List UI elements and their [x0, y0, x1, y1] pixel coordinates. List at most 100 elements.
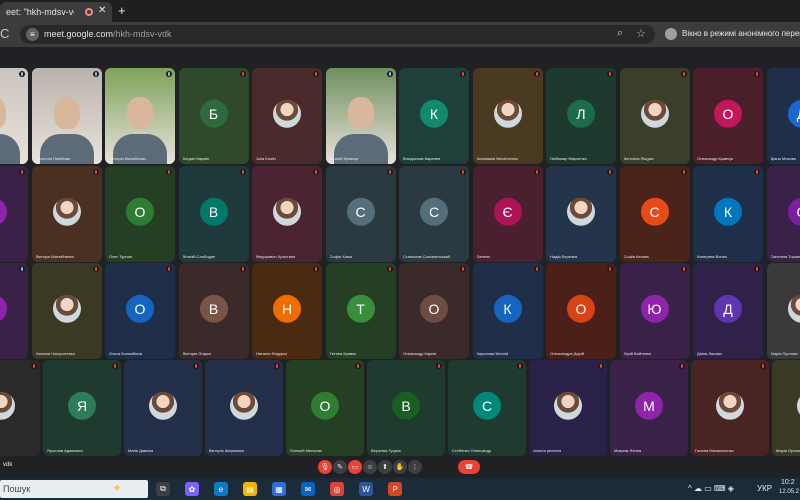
mic-off-icon — [533, 169, 540, 175]
participant-name: Олександр Кравчук — [697, 156, 734, 161]
taskbar-search-box[interactable]: Пошук ✦ — [0, 480, 148, 498]
participant-tile[interactable]: О Олександра Дарій — [546, 263, 616, 359]
leave-button[interactable]: ☎ — [458, 460, 480, 474]
reload-icon[interactable]: C — [0, 26, 9, 41]
explorer-icon[interactable]: ▤ — [243, 482, 257, 496]
incognito-icon — [665, 28, 677, 40]
participant-tile[interactable]: К Катерина Влнич — [693, 166, 763, 262]
participant-tile[interactable]: Д Діана Ляхова — [693, 263, 763, 359]
participant-tile[interactable]: Anastasiia Nevdovenko — [472, 68, 543, 164]
participant-tile[interactable]: Вікторія Матвійченко — [31, 166, 102, 262]
keyboard-language[interactable]: УКР — [757, 484, 772, 493]
url-path: /hkh-mdsv-vdk — [113, 29, 172, 39]
widgets-icon[interactable]: ✿ — [185, 482, 199, 496]
store-icon[interactable]: ▦ — [272, 482, 286, 496]
participant-name: Владислав Каралев — [403, 156, 441, 161]
mic-on-icon — [166, 71, 172, 77]
participant-name: Вероніка Гуцаль — [371, 448, 402, 453]
participant-tile[interactable]: Д Діана Мохова — [766, 68, 800, 164]
participant-tile[interactable] — [0, 360, 40, 456]
zoom-search-icon[interactable]: ⌕ — [617, 27, 623, 40]
bookmark-star-icon[interactable]: ☆ — [636, 27, 646, 40]
participant-name: Станіслав Соломенський — [403, 254, 450, 259]
participant-tile[interactable]: О Олександр Кравчук — [693, 68, 763, 164]
word-icon[interactable]: W — [359, 482, 373, 496]
mic-on-icon — [19, 71, 25, 77]
participant-tile[interactable] — [0, 68, 28, 164]
edge-icon[interactable]: e — [214, 482, 228, 496]
participant-tile[interactable]: С Світлана Торшенко — [766, 166, 800, 262]
address-bar[interactable]: ≡ meet.google.com/hkh-mdsv-vdk ⌕ ☆ — [20, 25, 655, 44]
captions-button[interactable]: ▭ — [348, 460, 362, 474]
chrome-icon[interactable]: ◎ — [330, 482, 344, 496]
participant-tile[interactable]: О Олексій Мельник — [286, 360, 364, 456]
participant-tile[interactable]: С Стебенко Олександр — [448, 360, 526, 456]
participant-tile[interactable]: Галина Михальченко — [691, 360, 769, 456]
participant-tile[interactable]: О Олександр Карпів — [399, 263, 469, 359]
participant-tile[interactable]: Надія Березюк — [546, 166, 616, 262]
participant-tile[interactable]: Віталій Кравчук — [325, 68, 396, 164]
browser-toolbar: C ≡ meet.google.com/hkh-mdsv-vdk ⌕ ☆ Вік… — [0, 22, 800, 47]
participant-tile[interactable]: Ангеліна Ліщука — [619, 68, 690, 164]
incognito-label[interactable]: Вікно в режимі анонімного перегляду — [682, 29, 800, 38]
participant-tile[interactable]: Julia Kostiv — [252, 68, 322, 164]
mic-off-icon — [239, 266, 246, 272]
participant-tile[interactable]: Марія Орлякова — [772, 360, 800, 456]
close-tab-icon[interactable]: ✕ — [98, 5, 106, 16]
participant-tile[interactable]: В Вероніка Гуцаль — [367, 360, 445, 456]
participant-tile[interactable]: С Станіслав Соломенський — [399, 166, 469, 262]
participant-tile[interactable]: Марія Пустова — [766, 263, 800, 359]
site-info-icon[interactable]: ≡ — [26, 28, 39, 41]
new-tab-button[interactable]: + — [118, 3, 126, 18]
participant-name: Галина Михальченко — [695, 448, 734, 453]
participant-body — [0, 134, 20, 164]
participant-tile[interactable]: Маня Давкіна — [124, 360, 202, 456]
participant-tile[interactable]: М Максим Яхнюк — [610, 360, 688, 456]
participant-tile[interactable] — [0, 166, 28, 262]
participant-tile[interactable]: Б Богдан Кармін — [178, 68, 249, 164]
task-view-icon[interactable]: ⧉ — [156, 482, 170, 496]
participant-tile[interactable]: О Олег Турчин — [105, 166, 175, 262]
powerpoint-icon[interactable]: P — [388, 482, 402, 496]
participant-tile[interactable] — [0, 263, 28, 359]
browser-tab-meet[interactable]: eet: "hkh-mdsv-vdk" ✕ — [0, 2, 112, 22]
participant-tile[interactable]: Є Євгенія — [472, 166, 543, 262]
participant-tile[interactable]: Наталія Чопоротенко — [31, 263, 102, 359]
system-tray-icons[interactable]: ^ ☁ ▭ ⌨ ◈ — [688, 484, 734, 493]
participant-tile[interactable]: Федорович Христина — [252, 166, 322, 262]
more-button[interactable]: ⋮ — [408, 460, 422, 474]
windows-taskbar: Пошук ✦ ^ ☁ ▭ ⌨ ◈ УКР 10:2 12.05.2 ⧉ ✿ e ▤ ▦… — [0, 478, 800, 500]
participant-tile[interactable]: О Ольга Коломбина — [105, 263, 175, 359]
participant-tile[interactable]: Вікторія Михайлова — [105, 68, 175, 164]
meeting-controls-bar: vdk 🎙 ✎ ▭ ☺ ⬆ ✋ ⋮ ☎ — [0, 456, 800, 478]
participant-tile[interactable]: Вікторія Шерманко — [205, 360, 283, 456]
mic-button[interactable]: 🎙 — [318, 460, 332, 474]
present-button[interactable]: ⬆ — [378, 460, 392, 474]
participant-tile[interactable]: В Віталій Слободин — [178, 166, 249, 262]
clock-date[interactable]: 12.05.2 — [779, 489, 799, 495]
participant-tile[interactable]: Н Наталія Федурко — [252, 263, 322, 359]
hand-button[interactable]: ✋ — [393, 460, 407, 474]
participant-tile[interactable]: Анатолія Палійова — [31, 68, 102, 164]
participant-tile[interactable]: Т Тетяна Кравек — [325, 263, 396, 359]
participant-tile[interactable]: victoria pechera — [529, 360, 607, 456]
participant-tile[interactable]: Л Любомир Марченко — [546, 68, 616, 164]
participant-avatar — [787, 294, 800, 323]
emoji-button[interactable]: ☺ — [363, 460, 377, 474]
clock-time[interactable]: 10:2 — [781, 479, 795, 486]
participant-name: Ольга Коломбина — [109, 351, 142, 356]
participant-tile[interactable]: С Софія Кесинь — [619, 166, 690, 262]
participant-tile[interactable]: С Софія Хома — [325, 166, 396, 262]
mail-icon[interactable]: ✉ — [301, 482, 315, 496]
participants-grid: Анатолія Палійова Вікторія Михайлова Б Богд… — [0, 66, 800, 456]
participant-tile[interactable]: К Владислав Каралев — [399, 68, 469, 164]
participant-tile[interactable]: Я Ярослав Адамович — [43, 360, 121, 456]
participant-tile[interactable]: К Кирилова Woroid — [472, 263, 543, 359]
participant-avatar — [493, 99, 522, 128]
participant-avatar — [554, 391, 582, 420]
mic-on-icon — [19, 266, 25, 272]
participant-tile[interactable]: В Вікторія Огарко — [178, 263, 249, 359]
participant-tile[interactable]: Ю Юрій Войтенко — [619, 263, 690, 359]
camera-button[interactable]: ✎ — [333, 460, 347, 474]
mic-off-icon — [460, 169, 466, 175]
